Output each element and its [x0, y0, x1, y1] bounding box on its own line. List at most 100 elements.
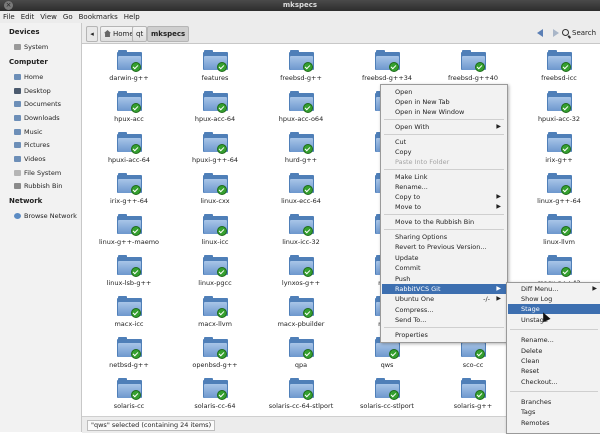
folder-item[interactable]: freebsd-g++ — [257, 46, 345, 86]
folder-item[interactable]: linux-cxx — [171, 169, 259, 209]
folder-item[interactable]: hurd-g++ — [257, 128, 345, 168]
menu-item-move-to-rubbish[interactable]: Move to the Rubbish Bin — [382, 217, 506, 227]
folder-item[interactable]: lynxos-g++ — [257, 251, 345, 291]
folder-item[interactable]: linux-icc — [171, 210, 259, 250]
menu-item-make-link[interactable]: Make Link — [382, 172, 506, 182]
submenu-item-rename[interactable]: Rename... — [508, 335, 600, 345]
folder-item[interactable]: freebsd-g++40 — [429, 46, 517, 86]
folder-item[interactable]: hpux-acc-64 — [171, 87, 259, 127]
menu-item-update[interactable]: Update — [382, 253, 506, 263]
sidebar-item-home[interactable]: Home — [14, 72, 43, 82]
folder-item[interactable]: hpux-acc-o64 — [257, 87, 345, 127]
check-badge-icon — [131, 349, 141, 359]
folder-item[interactable]: linux-lsb-g++ — [85, 251, 173, 291]
menu-view[interactable]: View — [37, 11, 60, 23]
folder-item[interactable]: linux-g++-maemo — [85, 210, 173, 250]
menu-item-open-new-window[interactable]: Open in New Window — [382, 107, 506, 117]
chevron-left-icon[interactable]: ◂ — [86, 26, 98, 42]
folder-item[interactable]: openbsd-g++ — [171, 333, 259, 373]
menu-item-properties[interactable]: Properties — [382, 330, 506, 340]
menu-item-ubuntu-one[interactable]: Ubuntu One -/- ▶ — [382, 294, 506, 304]
folder-item[interactable]: macx-pbuilder — [257, 292, 345, 332]
folder-item[interactable]: linux-llvm — [515, 210, 600, 250]
folder-item[interactable]: hpuxi-g++-64 — [171, 128, 259, 168]
search-icon — [562, 29, 569, 36]
submenu-item-show-log[interactable]: Show Log — [508, 294, 600, 304]
submenu-item-diff-menu[interactable]: Diff Menu... ▶ — [508, 284, 600, 294]
folder-item[interactable]: hpuxi-acc-64 — [85, 128, 173, 168]
forward-arrow-icon[interactable] — [553, 29, 559, 37]
folder-item[interactable]: hpux-acc — [85, 87, 173, 127]
menu-item-compress[interactable]: Compress... — [382, 305, 506, 315]
folder-item[interactable]: solaris-cc — [85, 374, 173, 414]
folder-item[interactable]: solaris-g++ — [429, 374, 517, 414]
back-arrow-icon[interactable] — [537, 29, 543, 37]
submenu-item-unstage[interactable]: Unstage — [508, 315, 600, 325]
folder-item[interactable]: netbsd-g++ — [85, 333, 173, 373]
folder-item[interactable]: linux-ecc-64 — [257, 169, 345, 209]
folder-item[interactable]: linux-icc-32 — [257, 210, 345, 250]
folder-item[interactable]: linux-g++-64 — [515, 169, 600, 209]
menu-item-send-to[interactable]: Send To... — [382, 315, 506, 325]
menu-bookmarks[interactable]: Bookmarks — [76, 11, 121, 23]
submenu-item-tags[interactable]: Tags — [508, 407, 600, 417]
sidebar-item-videos[interactable]: Videos — [14, 154, 46, 164]
menu-item-revert[interactable]: Revert to Previous Version... — [382, 242, 506, 252]
folder-item[interactable]: darwin-g++ — [85, 46, 173, 86]
menu-item-sharing-options[interactable]: Sharing Options — [382, 232, 506, 242]
menu-item-push[interactable]: Push — [382, 274, 506, 284]
sidebar-item-rubbish-bin[interactable]: Rubbish Bin — [14, 181, 62, 191]
menu-help[interactable]: Help — [121, 11, 143, 23]
menu-edit[interactable]: Edit — [18, 11, 38, 23]
sidebar-item-browse-network[interactable]: Browse Network — [14, 211, 77, 221]
menu-item-rabbitvcs-git[interactable]: RabbitVCS Git ▶ — [382, 284, 506, 294]
folder-item[interactable]: features — [171, 46, 259, 86]
sidebar-item-system[interactable]: System — [14, 42, 48, 52]
sidebar-item-documents[interactable]: Documents — [14, 99, 61, 109]
menu-item-open-new-tab[interactable]: Open in New Tab — [382, 97, 506, 107]
submenu-item-branches[interactable]: Branches — [508, 397, 600, 407]
menu-item-open-with[interactable]: Open With ▶ — [382, 122, 506, 132]
folder-item[interactable]: macx-llvm — [171, 292, 259, 332]
check-badge-icon — [217, 267, 227, 277]
folder-item[interactable]: macx-icc — [85, 292, 173, 332]
check-badge-icon — [131, 62, 141, 72]
menu-item-open[interactable]: Open — [382, 87, 506, 97]
check-badge-icon — [303, 185, 313, 195]
submenu-item-reset[interactable]: Reset — [508, 366, 600, 376]
submenu-item-remotes[interactable]: Remotes — [508, 418, 600, 428]
folder-item[interactable]: irix-g++-64 — [85, 169, 173, 209]
folder-label: freebsd-icc — [541, 74, 577, 82]
folder-item[interactable]: freebsd-g++34 — [343, 46, 431, 86]
sidebar-item-desktop[interactable]: Desktop — [14, 86, 51, 96]
sidebar-item-pictures[interactable]: Pictures — [14, 140, 50, 150]
breadcrumb-mkspecs[interactable]: mkspecs — [147, 26, 190, 42]
folder-item[interactable]: hpuxi-acc-32 — [515, 87, 600, 127]
submenu-item-stage[interactable]: Stage — [508, 304, 600, 314]
sidebar-item-music[interactable]: Music — [14, 127, 43, 137]
menu-item-copy[interactable]: Copy — [382, 147, 506, 157]
menu-item-commit[interactable]: Commit — [382, 263, 506, 273]
menu-item-rename[interactable]: Rename... — [382, 182, 506, 192]
sidebar-heading-computer: Computer — [9, 58, 48, 66]
folder-item[interactable]: solaris-cc-64-stlport — [257, 374, 345, 414]
folder-item[interactable]: linux-pgcc — [171, 251, 259, 291]
submenu-item-checkout[interactable]: Checkout... — [508, 377, 600, 387]
folder-item[interactable]: freebsd-icc — [515, 46, 600, 86]
sidebar-item-file-system[interactable]: File System — [14, 168, 61, 178]
menu-item-move-to[interactable]: Move to ▶ — [382, 202, 506, 212]
menu-item-copy-to[interactable]: Copy to ▶ — [382, 192, 506, 202]
breadcrumb-qt[interactable]: qt — [132, 26, 148, 42]
submenu-item-delete[interactable]: Delete — [508, 346, 600, 356]
folder-item[interactable]: solaris-cc-stlport — [343, 374, 431, 414]
folder-item[interactable]: qpa — [257, 333, 345, 373]
menu-file[interactable]: File — [0, 11, 18, 23]
submenu-item-clean[interactable]: Clean — [508, 356, 600, 366]
search-button[interactable]: Search — [562, 27, 596, 39]
check-badge-icon — [131, 144, 141, 154]
menu-item-cut[interactable]: Cut — [382, 137, 506, 147]
folder-item[interactable]: solaris-cc-64 — [171, 374, 259, 414]
sidebar-item-downloads[interactable]: Downloads — [14, 113, 60, 123]
folder-item[interactable]: irix-g++ — [515, 128, 600, 168]
menu-go[interactable]: Go — [60, 11, 76, 23]
